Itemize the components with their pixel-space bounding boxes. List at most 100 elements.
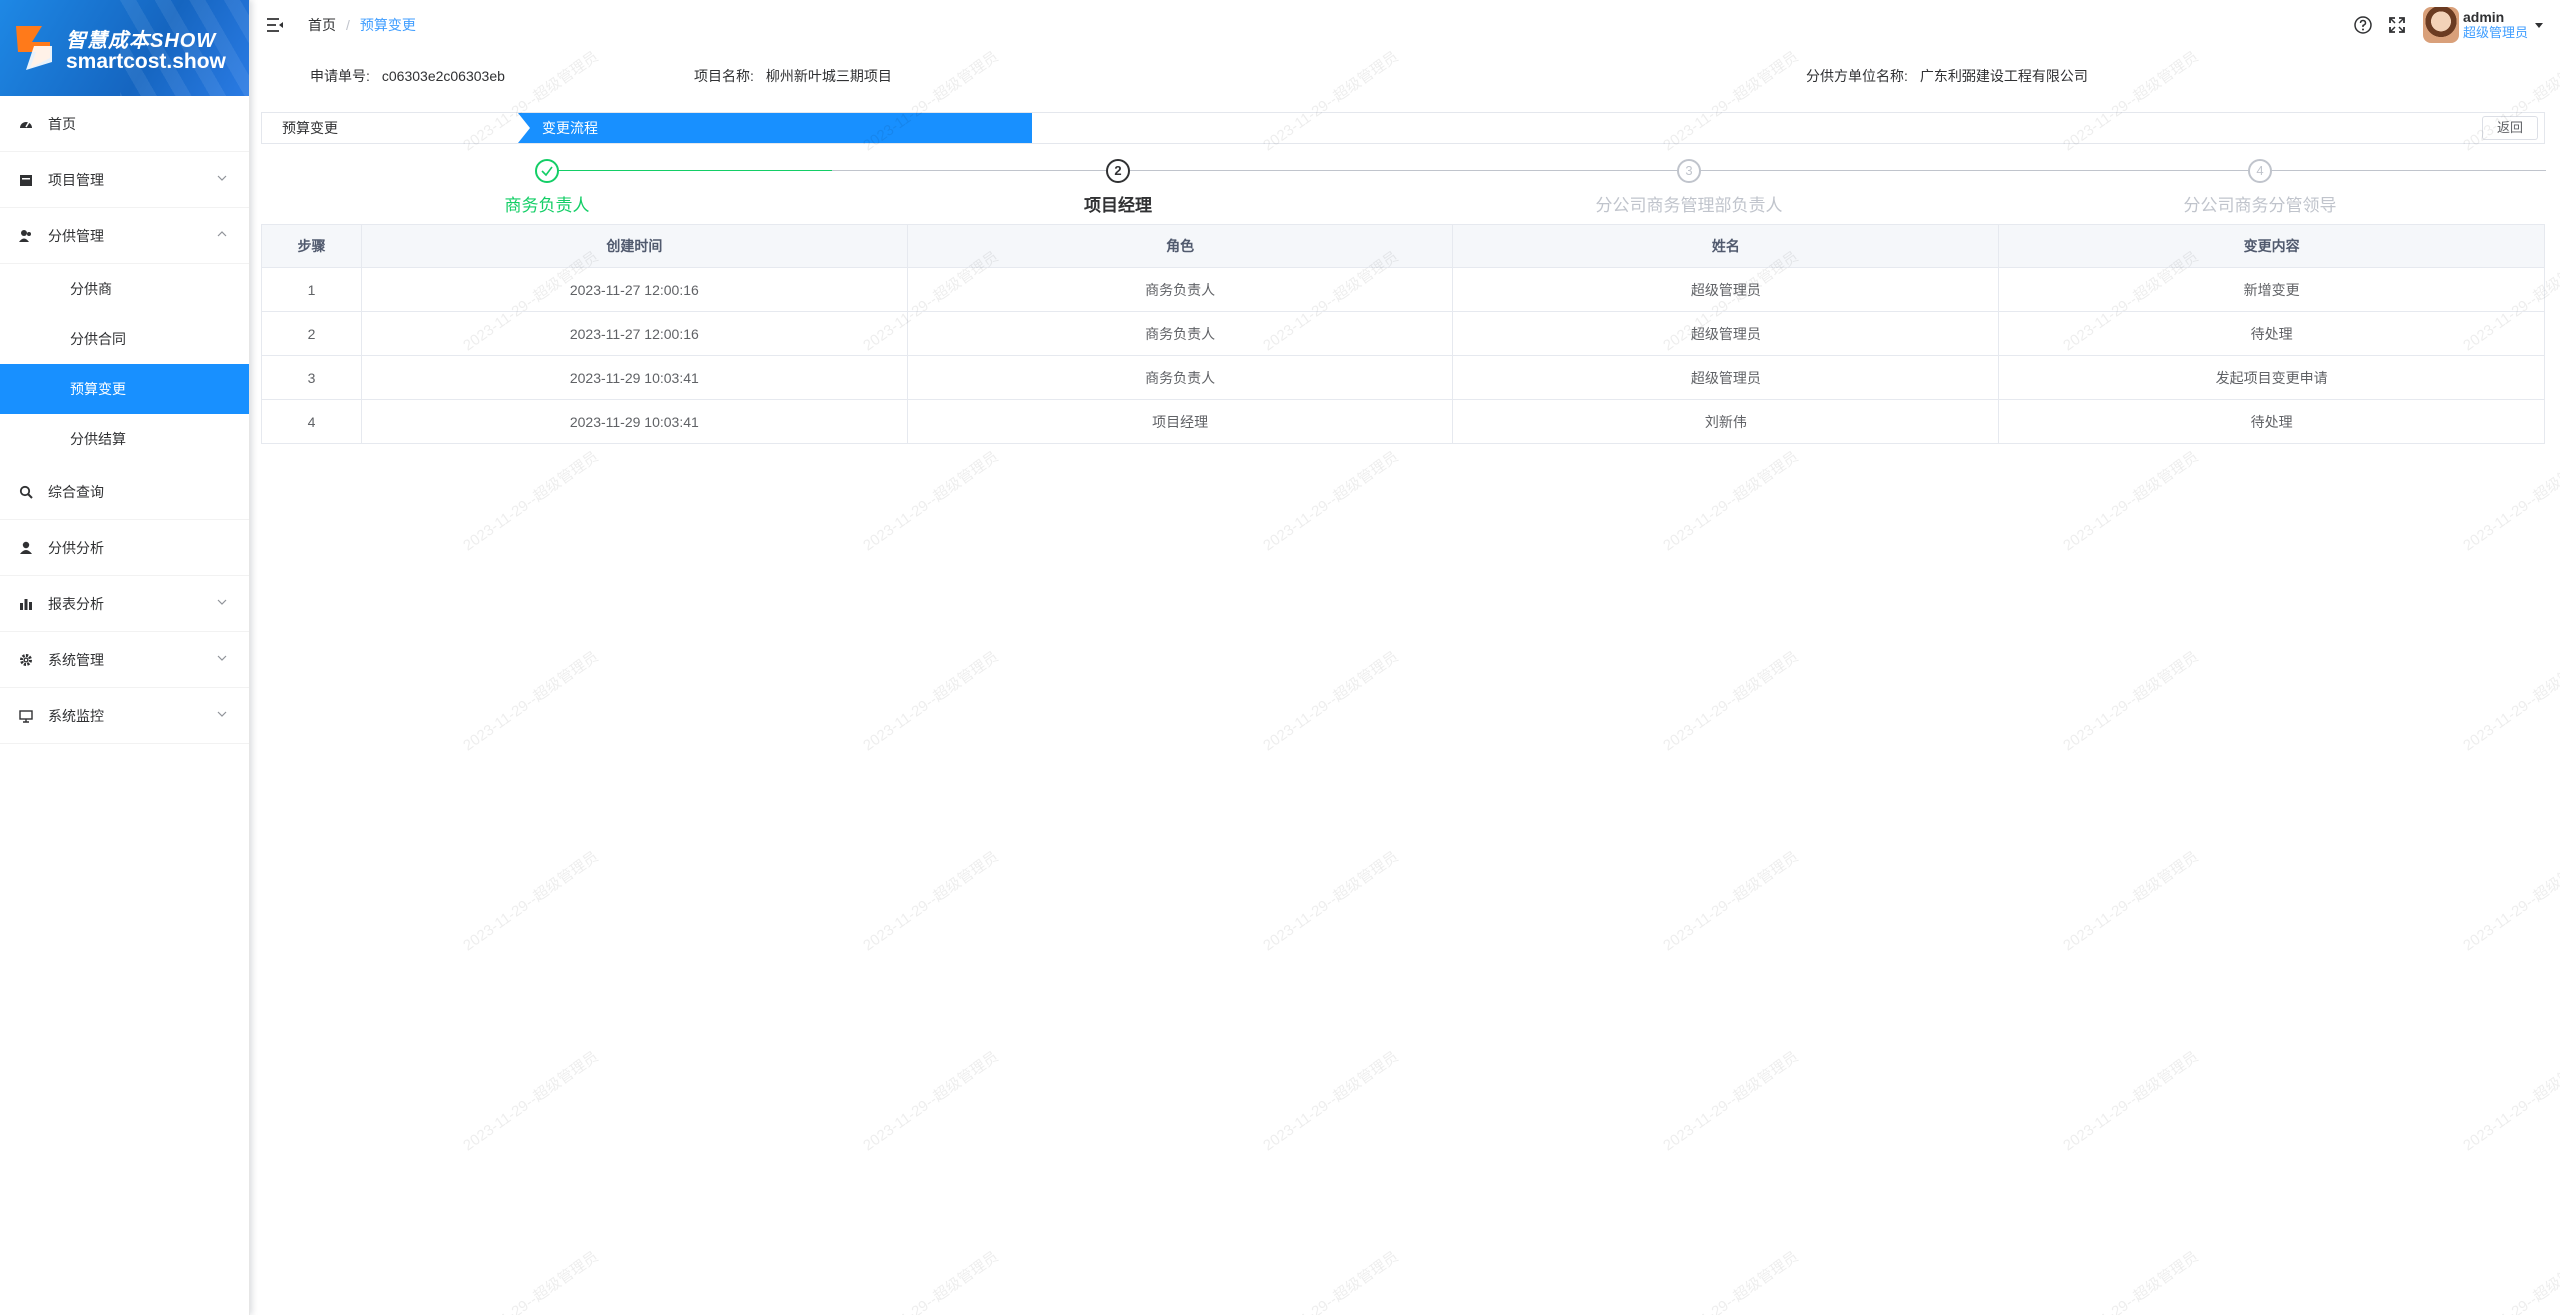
- sidebar-subitem-supplier-settlement[interactable]: 分供结算: [0, 414, 249, 464]
- watermark-text: 2023-11-29--超级管理员: [2460, 1048, 2560, 1155]
- watermark-text: 2023-11-29--超级管理员: [2460, 848, 2560, 955]
- sidebar-item-label: 分供分析: [48, 539, 104, 556]
- check-icon: [535, 159, 559, 183]
- chevron-up-icon: [217, 230, 227, 236]
- user-icon: [18, 540, 34, 556]
- step-number: 2: [1106, 159, 1130, 183]
- chevron-down-icon: [217, 175, 227, 181]
- breadcrumb-home[interactable]: 首页: [308, 15, 336, 35]
- sidebar-item-label: 系统监控: [48, 707, 104, 724]
- menu-fold-icon[interactable]: [266, 16, 284, 34]
- watermark-text: 2023-11-29--超级管理员: [1260, 648, 1402, 755]
- watermark-text: 2023-11-29--超级管理员: [1660, 1248, 1802, 1315]
- breadcrumb-current: 预算变更: [359, 17, 416, 33]
- sidebar-item-monitor[interactable]: 系统监控: [0, 688, 249, 744]
- watermark-text: 2023-11-29--超级管理员: [1660, 648, 1802, 755]
- apply-no-label: 申请单号:: [310, 68, 370, 84]
- sidebar-item-home[interactable]: 首页: [0, 96, 249, 152]
- table-cell: 项目经理: [906, 399, 1454, 444]
- table-cell: 新增变更: [1998, 267, 2545, 312]
- chevron-down-icon: [217, 599, 227, 605]
- tab-bar: 预算变更 变更流程 返回: [261, 112, 2545, 144]
- watermark-text: 2023-11-29--超级管理员: [860, 1248, 1002, 1315]
- table-cell: 2023-11-27 12:00:16: [360, 267, 908, 312]
- table-row: 3 2023-11-29 10:03:41 商务负责人 超级管理员 发起项目变更…: [261, 355, 2545, 400]
- sidebar-item-label: 综合查询: [48, 483, 104, 500]
- watermark-text: 2023-11-29--超级管理员: [2060, 448, 2202, 555]
- table-cell: 商务负责人: [906, 355, 1454, 400]
- table-cell: 待处理: [1998, 399, 2545, 444]
- tab-change-flow[interactable]: 变更流程: [518, 113, 1032, 143]
- step-number: 3: [1677, 159, 1701, 183]
- user-name: admin: [2462, 9, 2505, 25]
- watermark-text: 2023-11-29--超级管理员: [2060, 848, 2202, 955]
- supplier-icon: [18, 228, 34, 244]
- user-info[interactable]: admin 超级管理员: [2463, 9, 2528, 41]
- table-row: 1 2023-11-27 12:00:16 商务负责人 超级管理员 新增变更: [261, 267, 2545, 312]
- supplier-label: 分供方单位名称:: [1806, 68, 1908, 84]
- dashboard-icon: [18, 116, 34, 132]
- brand-title: 智慧成本SHOW: [66, 30, 217, 52]
- column-header: 步骤: [261, 224, 362, 268]
- supplier-group: 分供方单位名称: 广东利弼建设工程有限公司: [1806, 66, 2088, 86]
- watermark-text: 2023-11-29--超级管理员: [460, 1248, 602, 1315]
- table-cell: 2: [261, 311, 362, 356]
- sidebar-item-query[interactable]: 综合查询: [0, 464, 249, 520]
- table-cell: 1: [261, 267, 362, 312]
- table-cell: 刘新伟: [1452, 399, 2000, 444]
- bar-chart-icon: [18, 596, 34, 612]
- back-button[interactable]: 返回: [2482, 116, 2538, 140]
- sidebar-item-supplier-analysis[interactable]: 分供分析: [0, 520, 249, 576]
- caret-down-icon[interactable]: [2534, 20, 2544, 30]
- watermark-text: 2023-11-29--超级管理员: [2460, 448, 2560, 555]
- watermark-text: 2023-11-29--超级管理员: [860, 648, 1002, 755]
- table-cell: 商务负责人: [906, 311, 1454, 356]
- sidebar-item-supplier[interactable]: 分供管理: [0, 208, 249, 264]
- step-3: 3 分公司商务管理部负责人: [1489, 156, 1889, 216]
- logo[interactable]: 智慧成本SHOW smartcost.show: [0, 0, 249, 96]
- watermark-text: 2023-11-29--超级管理员: [2460, 648, 2560, 755]
- watermark-text: 2023-11-29--超级管理员: [1260, 1048, 1402, 1155]
- table-row: 4 2023-11-29 10:03:41 项目经理 刘新伟 待处理: [261, 399, 2545, 444]
- step-number: 4: [2248, 159, 2272, 183]
- watermark-text: 2023-11-29--超级管理员: [1660, 448, 1802, 555]
- step-title: 项目经理: [1084, 196, 1152, 215]
- approval-steps: 商务负责人 2 项目经理 3 分公司商务管理部负责人 4 分公司商务分管领导: [261, 156, 2546, 216]
- table-cell: 4: [261, 399, 362, 444]
- sidebar-item-label: 分供管理: [48, 227, 104, 244]
- avatar[interactable]: [2422, 7, 2459, 43]
- table-cell: 超级管理员: [1452, 267, 2000, 312]
- chevron-down-icon: [217, 711, 227, 717]
- project-value: 柳州新叶城三期项目: [765, 68, 892, 84]
- project-icon: [18, 172, 34, 188]
- watermark-text: 2023-11-29--超级管理员: [460, 848, 602, 955]
- sidebar-subitem-budget-change[interactable]: 预算变更: [0, 364, 249, 414]
- sidebar-item-label: 项目管理: [48, 171, 104, 188]
- tab-budget-change[interactable]: 预算变更: [262, 113, 338, 143]
- table-cell: 3: [261, 355, 362, 400]
- sidebar-item-report[interactable]: 报表分析: [0, 576, 249, 632]
- watermark-text: 2023-11-29--超级管理员: [1260, 448, 1402, 555]
- watermark-text: 2023-11-29--超级管理员: [1660, 848, 1802, 955]
- table-cell: 发起项目变更申请: [1998, 355, 2545, 400]
- apply-no-group: 申请单号: c06303e2c06303eb: [310, 66, 505, 86]
- breadcrumb-separator: /: [346, 17, 350, 33]
- sidebar-item-label: 报表分析: [48, 595, 104, 612]
- watermark-text: 2023-11-29--超级管理员: [460, 1048, 602, 1155]
- watermark-text: 2023-11-29--超级管理员: [1260, 848, 1402, 955]
- help-icon[interactable]: [2353, 15, 2373, 35]
- user-role: 超级管理员: [2462, 25, 2528, 40]
- project-group: 项目名称: 柳州新叶城三期项目: [694, 66, 892, 86]
- monitor-icon: [18, 708, 34, 724]
- sidebar-item-project[interactable]: 项目管理: [0, 152, 249, 208]
- table-cell: 超级管理员: [1452, 355, 2000, 400]
- table-row: 2 2023-11-27 12:00:16 商务负责人 超级管理员 待处理: [261, 311, 2545, 356]
- step-title: 分公司商务管理部负责人: [1595, 196, 1783, 215]
- watermark-text: 2023-11-29--超级管理员: [860, 848, 1002, 955]
- sidebar-subitem-supplier-list[interactable]: 分供商: [0, 264, 249, 314]
- table-header-row: 步骤 创建时间 角色 姓名 变更内容: [261, 224, 2545, 268]
- project-label: 项目名称:: [694, 68, 754, 84]
- sidebar-item-system[interactable]: 系统管理: [0, 632, 249, 688]
- fullscreen-icon[interactable]: [2387, 15, 2407, 35]
- sidebar-subitem-supplier-contract[interactable]: 分供合同: [0, 314, 249, 364]
